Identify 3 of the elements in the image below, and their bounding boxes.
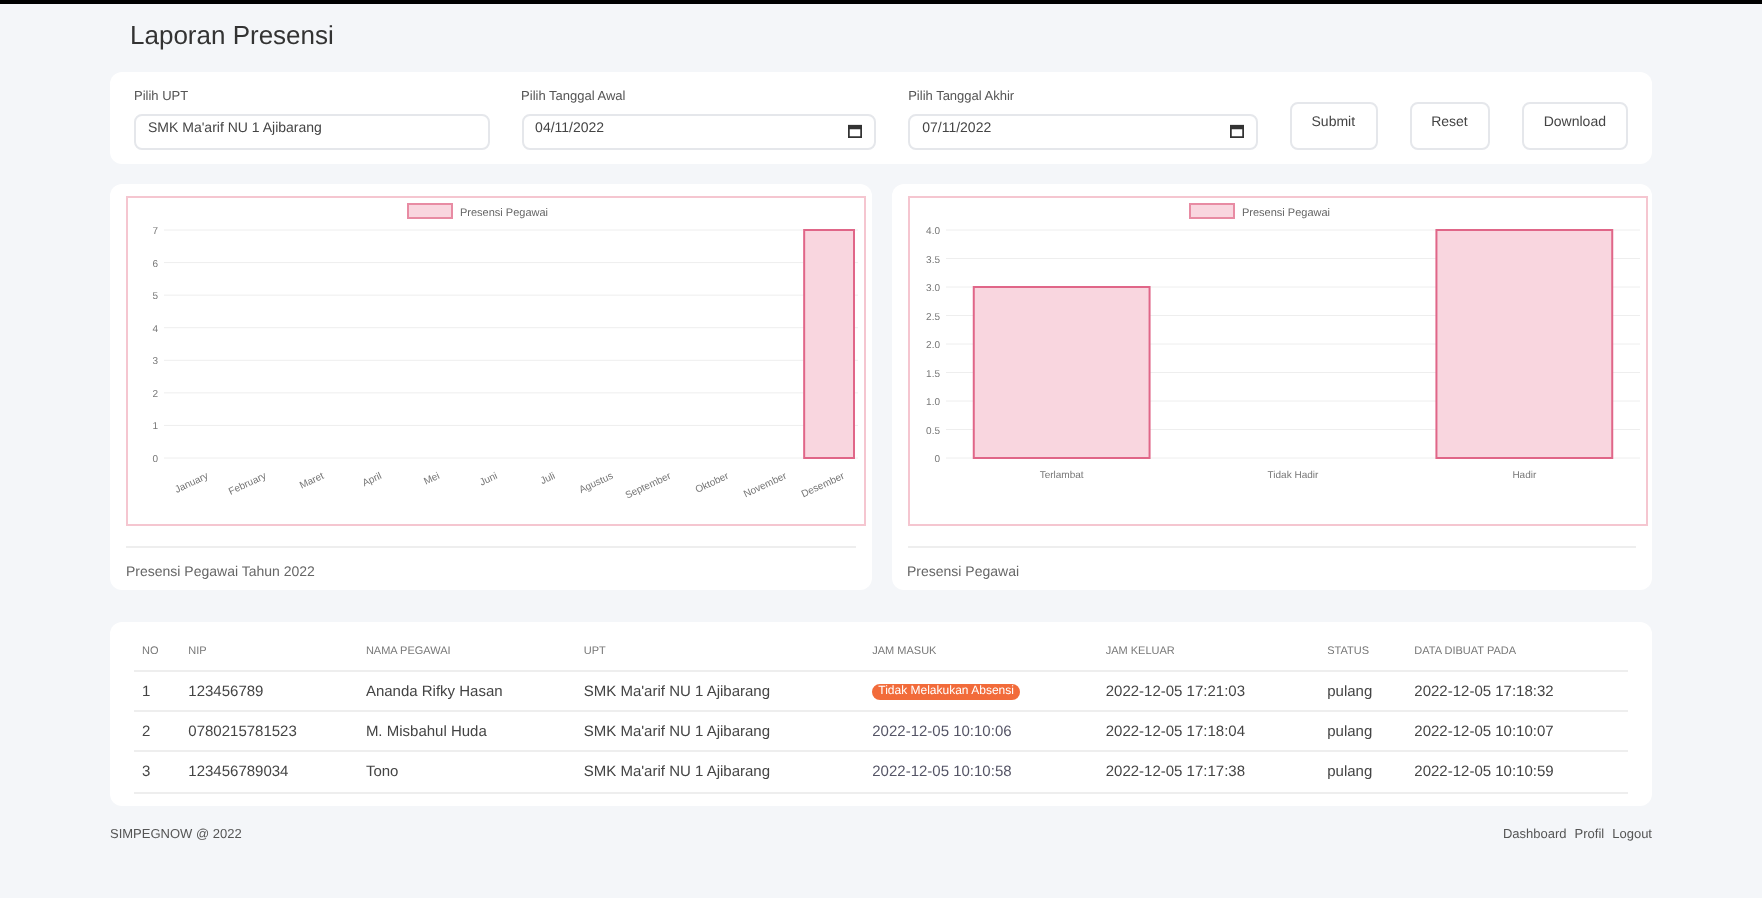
calendar-icon — [848, 124, 863, 138]
page-title: Laporan Presensi — [130, 18, 336, 54]
calendar-icon — [1229, 124, 1244, 138]
